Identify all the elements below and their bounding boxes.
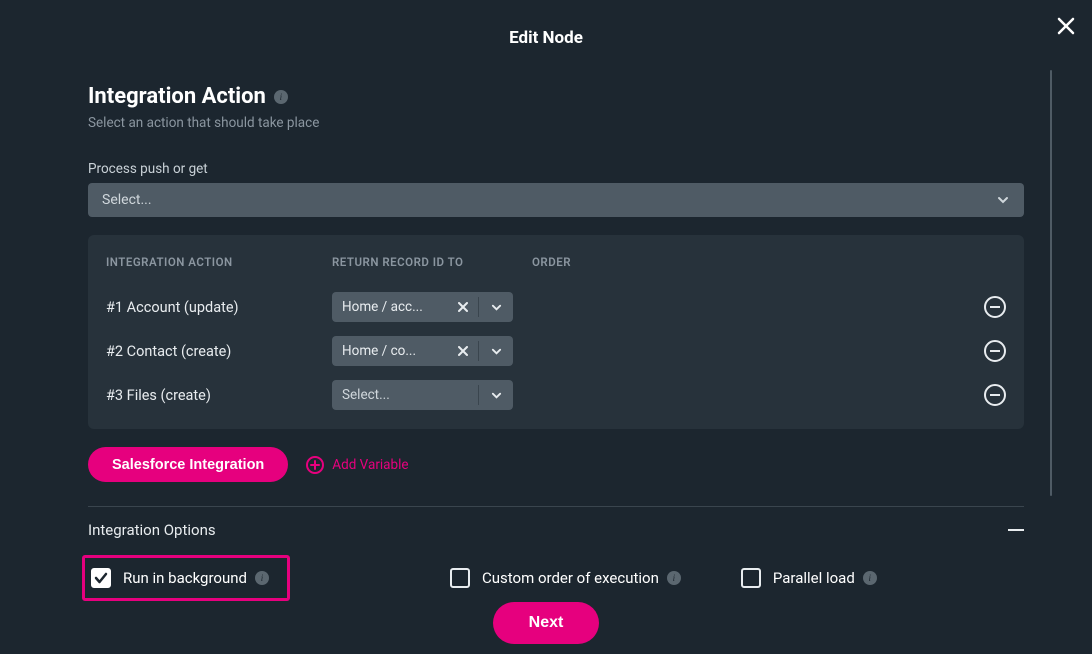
option-label: Parallel load i [773,569,877,587]
col-header-order: ORDER [532,255,976,269]
clear-button[interactable] [448,346,478,356]
next-button[interactable]: Next [493,602,600,644]
row-action-label: #3 Files (create) [106,387,332,404]
scrollbar[interactable] [1050,70,1052,496]
option-parallel-load: Parallel load i [741,568,877,588]
info-icon[interactable]: i [863,571,877,585]
footer-row: Next [0,602,1092,644]
close-icon [1057,17,1075,35]
process-select[interactable]: Select... [88,183,1024,217]
option-run-in-background: Run in background i [82,555,290,601]
col-header-action: INTEGRATION ACTION [106,255,332,269]
table-header: INTEGRATION ACTION RETURN RECORD ID TO O… [106,255,1006,269]
option-custom-order: Custom order of execution i [450,568,681,588]
dropdown-toggle[interactable] [479,346,513,357]
add-variable-label: Add Variable [332,457,408,473]
divider [88,506,1024,507]
options-row: Run in background i Custom order of exec… [88,555,1024,601]
checkmark-icon [94,571,108,585]
section-title: Integration Action [88,84,266,109]
modal-content: Integration Action i Select an action th… [0,84,1024,601]
info-icon[interactable]: i [255,571,269,585]
minus-icon [990,394,1000,396]
remove-row-button[interactable] [984,340,1006,362]
return-select-value: Home / co... [332,343,448,359]
return-select[interactable]: Home / acc... [332,292,513,322]
row-action-label: #1 Account (update) [106,299,332,316]
section-subtitle: Select an action that should take place [88,115,1024,131]
x-icon [458,302,468,312]
modal-title: Edit Node [509,28,583,48]
dropdown-toggle[interactable] [479,302,513,313]
option-label: Custom order of execution i [482,569,681,587]
add-variable-link[interactable]: Add Variable [306,456,408,474]
checkbox[interactable] [91,568,111,588]
integration-table: INTEGRATION ACTION RETURN RECORD ID TO O… [88,235,1024,429]
remove-row-button[interactable] [984,296,1006,318]
options-title: Integration Options [88,521,216,539]
info-icon[interactable]: i [667,571,681,585]
clear-button[interactable] [448,302,478,312]
checkbox[interactable] [741,568,761,588]
collapse-icon[interactable] [1008,529,1024,531]
row-action-label: #2 Contact (create) [106,343,332,360]
close-button[interactable] [1054,14,1078,38]
salesforce-integration-button[interactable]: Salesforce Integration [88,447,288,482]
plus-circle-icon [306,456,324,474]
col-header-return: RETURN RECORD ID TO [332,255,532,269]
chevron-down-icon [491,346,502,357]
x-icon [458,346,468,356]
checkbox[interactable] [450,568,470,588]
return-select-value: Home / acc... [332,299,448,315]
dropdown-toggle[interactable] [479,390,513,401]
minus-icon [990,306,1000,308]
chevron-down-icon [491,302,502,313]
table-row: #2 Contact (create) Home / co... [106,329,1006,373]
options-header: Integration Options [88,521,1024,539]
option-label: Run in background i [123,569,269,587]
info-icon[interactable]: i [274,90,288,104]
remove-row-button[interactable] [984,384,1006,406]
process-field-label: Process push or get [88,161,1024,177]
chevron-down-icon [491,390,502,401]
section-heading: Integration Action i [88,84,1024,109]
return-select[interactable]: Select... [332,380,513,410]
action-buttons-row: Salesforce Integration Add Variable [88,447,1024,482]
table-row: #3 Files (create) Select... [106,373,1006,417]
modal-header: Edit Node [0,0,1092,60]
chevron-down-icon [996,193,1010,207]
table-row: #1 Account (update) Home / acc... [106,285,1006,329]
return-select-placeholder: Select... [332,387,478,403]
return-select[interactable]: Home / co... [332,336,513,366]
minus-icon [990,350,1000,352]
process-select-placeholder: Select... [102,192,152,208]
